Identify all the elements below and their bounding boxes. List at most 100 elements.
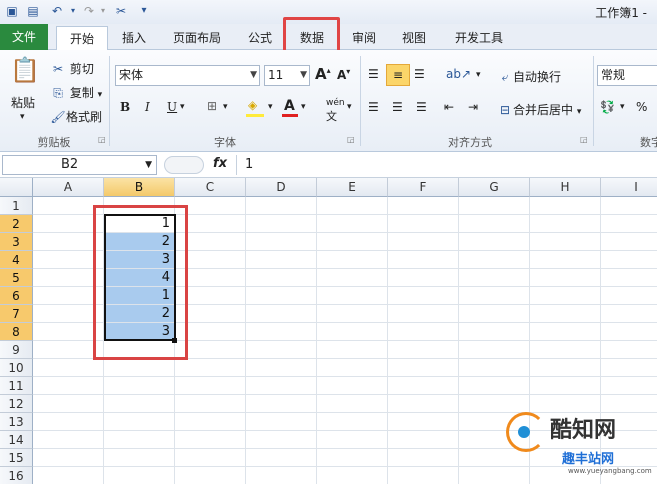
column-header-b[interactable]: B [104,178,175,197]
number-format-value: 常规 [601,68,626,82]
merge-center-button[interactable]: ⊟ 合并后居中 ▾ [497,101,581,118]
orientation-dropdown-icon[interactable]: ▾ [476,70,481,80]
align-left-icon[interactable]: ☰ [368,100,379,114]
merge-dropdown-icon[interactable]: ▾ [577,107,582,117]
group-separator [360,56,361,146]
underline-button[interactable]: U [167,100,177,114]
font-color-dropdown-icon[interactable]: ▾ [301,102,306,112]
paste-icon[interactable]: 📋 [8,56,42,84]
tab-page-layout[interactable]: 页面布局 [164,26,230,50]
tab-developer[interactable]: 开发工具 [446,26,512,50]
column-header-g[interactable]: G [459,178,530,197]
align-middle-icon[interactable]: ≡ [386,64,410,86]
percent-button[interactable]: % [636,100,647,114]
format-painter-button[interactable]: 🖌格式刷 [50,108,102,125]
align-bottom-icon[interactable]: ☰ [414,67,425,81]
watermark-sub: 趣丰站网 [562,452,615,467]
row-header-16[interactable]: 16 [0,467,33,484]
tab-view[interactable]: 视图 [392,26,436,50]
currency-dropdown-icon[interactable]: ▾ [620,102,625,112]
row-header-15[interactable]: 15 [0,449,33,467]
tab-formulas[interactable]: 公式 [238,26,282,50]
paste-dropdown-icon[interactable]: ▾ [20,112,25,122]
save-icon[interactable]: ▤ [26,4,40,18]
merge-icon: ⊟ [499,103,511,117]
row-header-9[interactable]: 9 [0,341,33,359]
increase-indent-icon[interactable]: ⇥ [468,100,478,114]
row-header-3[interactable]: 3 [0,233,33,251]
number-format-combo[interactable]: 常规 [597,65,657,86]
font-name-combo[interactable]: 宋体 ▼ [115,65,260,86]
column-header-e[interactable]: E [317,178,388,197]
paste-button[interactable]: 粘贴 [11,94,35,111]
phonetic-dropdown-icon[interactable]: ▾ [347,102,352,112]
format-painter-label: 格式刷 [66,110,103,124]
row-header-12[interactable]: 12 [0,395,33,413]
fill-color-icon[interactable]: ◈ [248,98,257,112]
customize-quick-access-icon[interactable]: ▾ [137,4,151,18]
column-header-a[interactable]: A [33,178,104,197]
column-header-h[interactable]: H [530,178,601,197]
phonetic-guide-button[interactable]: wén 文 [326,98,345,124]
clipboard-launcher-icon[interactable]: ◲ [98,135,106,144]
row-header-1[interactable]: 1 [0,197,33,215]
row-header-2[interactable]: 2 [0,215,33,233]
align-center-icon[interactable]: ☰ [392,100,403,114]
grow-font-icon[interactable]: A▴ [315,65,331,83]
currency-icon[interactable]: 💱 [600,100,615,114]
copy-button[interactable]: ⎘ 复制 ▾ [50,84,102,101]
borders-icon[interactable]: ⊞ [207,99,217,113]
font-size-combo[interactable]: 11 ▼ [264,65,310,86]
orientation-icon[interactable]: ab↗ [446,67,471,81]
column-gridline [245,197,246,484]
chevron-down-icon: ▼ [300,70,307,80]
column-header-f[interactable]: F [388,178,459,197]
name-box[interactable]: B2 ▼ [2,155,157,175]
font-name-value: 宋体 [119,68,144,82]
formula-input[interactable]: 1 [236,155,657,175]
row-header-6[interactable]: 6 [0,287,33,305]
insert-function-button[interactable]: fx [213,156,227,171]
column-gridline [458,197,459,484]
tab-home[interactable]: 开始 [56,26,108,51]
redo-dropdown-icon[interactable]: ▾ [96,4,110,18]
select-all-corner[interactable] [0,178,33,197]
align-top-icon[interactable]: ☰ [368,67,379,81]
tools-icon[interactable]: ✂ [114,4,128,18]
fill-color-dropdown-icon[interactable]: ▾ [268,102,273,112]
tab-file[interactable]: 文件 [0,24,48,50]
copy-dropdown-icon[interactable]: ▾ [98,90,103,100]
row-header-10[interactable]: 10 [0,359,33,377]
paintbrush-icon: 🖌 [50,110,66,124]
decrease-indent-icon[interactable]: ⇤ [444,100,454,114]
cut-button[interactable]: ✂ 剪切 [50,60,94,77]
row-header-14[interactable]: 14 [0,431,33,449]
column-header-c[interactable]: C [175,178,246,197]
redo-icon[interactable]: ↷ [82,4,96,18]
underline-dropdown-icon[interactable]: ▾ [180,102,185,112]
tab-review[interactable]: 审阅 [342,26,386,50]
row-header-13[interactable]: 13 [0,413,33,431]
wrap-text-button[interactable]: ⤶ 自动换行 [497,68,561,85]
column-header-d[interactable]: D [246,178,317,197]
font-launcher-icon[interactable]: ◲ [347,135,355,144]
italic-button[interactable]: I [145,100,150,114]
font-color-button[interactable]: A [284,98,295,114]
shrink-font-icon[interactable]: A▾ [337,67,350,82]
tab-insert[interactable]: 插入 [112,26,156,50]
alignment-launcher-icon[interactable]: ◲ [580,135,588,144]
row-header-8[interactable]: 8 [0,323,33,341]
align-right-icon[interactable]: ☰ [416,100,427,114]
formula-bar-resize-handle[interactable] [164,156,204,174]
row-header-7[interactable]: 7 [0,305,33,323]
undo-dropdown-icon[interactable]: ▾ [66,4,80,18]
cut-label: 剪切 [69,62,94,76]
borders-dropdown-icon[interactable]: ▾ [223,102,228,112]
row-header-4[interactable]: 4 [0,251,33,269]
bold-button[interactable]: B [120,100,130,114]
copy-icon: ⎘ [53,86,63,100]
row-header-5[interactable]: 5 [0,269,33,287]
undo-icon[interactable]: ↶ [50,4,64,18]
row-header-11[interactable]: 11 [0,377,33,395]
column-header-i[interactable]: I [601,178,657,197]
